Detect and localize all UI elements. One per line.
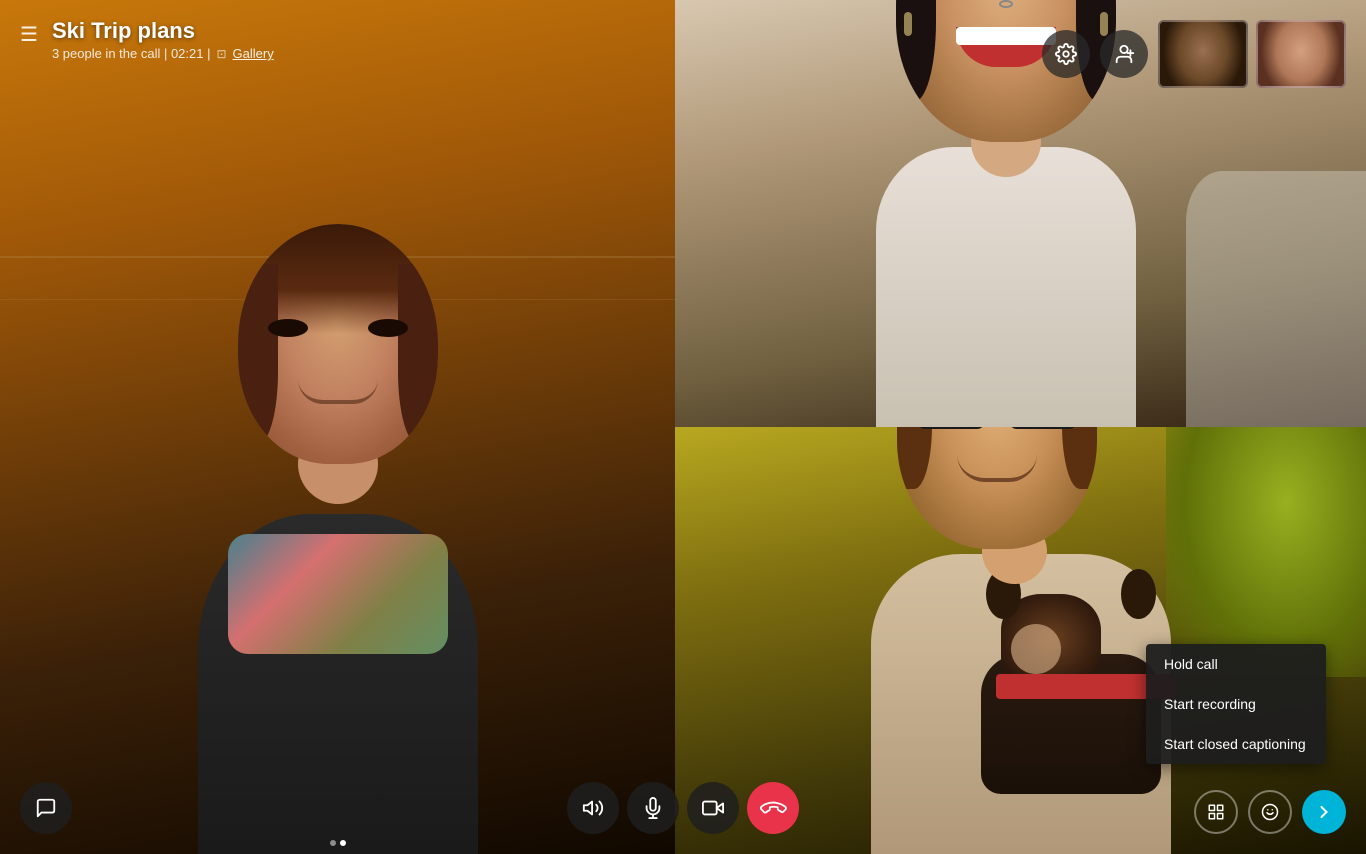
- end-call-icon: [757, 792, 788, 823]
- context-menu: Hold call Start recording Start closed c…: [1146, 644, 1326, 764]
- call-title: Ski Trip plans: [52, 18, 274, 44]
- bottom-right-controls: [1194, 790, 1346, 834]
- gear-icon: [1055, 43, 1077, 65]
- chat-icon: [35, 797, 57, 819]
- video-button[interactable]: [687, 782, 739, 834]
- volume-icon: [582, 797, 604, 819]
- volume-button[interactable]: [567, 782, 619, 834]
- context-menu-item-caption[interactable]: Start closed captioning: [1146, 724, 1326, 764]
- call-meta-text: 3 people in the call | 02:21 |: [52, 46, 211, 61]
- video-main: [0, 0, 675, 854]
- mic-icon: [642, 797, 664, 819]
- dot-2: [340, 840, 346, 846]
- call-container: ☰ Ski Trip plans 3 people in the call | …: [0, 0, 1366, 854]
- mic-button[interactable]: [627, 782, 679, 834]
- chevron-right-icon: [1314, 802, 1334, 822]
- call-info: Ski Trip plans 3 people in the call | 02…: [52, 18, 274, 61]
- context-menu-item-hold[interactable]: Hold call: [1146, 644, 1326, 684]
- context-menu-item-record[interactable]: Start recording: [1146, 684, 1326, 724]
- add-person-icon: [1113, 43, 1135, 65]
- participant-thumb-2[interactable]: [1256, 20, 1346, 88]
- menu-icon[interactable]: ☰: [20, 22, 38, 47]
- chat-button[interactable]: [20, 782, 72, 834]
- reactions-button[interactable]: [1248, 790, 1292, 834]
- settings-button[interactable]: [1042, 30, 1090, 78]
- bottom-left-controls: [20, 782, 72, 834]
- bottom-controls: [567, 782, 799, 834]
- end-call-button[interactable]: [747, 782, 799, 834]
- layout-icon: [1207, 803, 1225, 821]
- gallery-link[interactable]: Gallery: [233, 46, 274, 61]
- video-icon: [702, 797, 724, 819]
- participant-thumb-1[interactable]: [1158, 20, 1248, 88]
- call-meta: 3 people in the call | 02:21 | ⊡ Gallery: [52, 46, 274, 61]
- dots-indicator: [330, 840, 346, 846]
- add-person-button[interactable]: [1100, 30, 1148, 78]
- dot-1: [330, 840, 336, 846]
- layout-button[interactable]: [1194, 790, 1238, 834]
- reactions-icon: [1261, 803, 1279, 821]
- participant-thumbs: [1158, 20, 1346, 88]
- top-right-controls: [1042, 20, 1346, 88]
- subtitles-icon: ⊡: [216, 47, 226, 61]
- more-options-button[interactable]: [1302, 790, 1346, 834]
- header: ☰ Ski Trip plans 3 people in the call | …: [0, 0, 294, 79]
